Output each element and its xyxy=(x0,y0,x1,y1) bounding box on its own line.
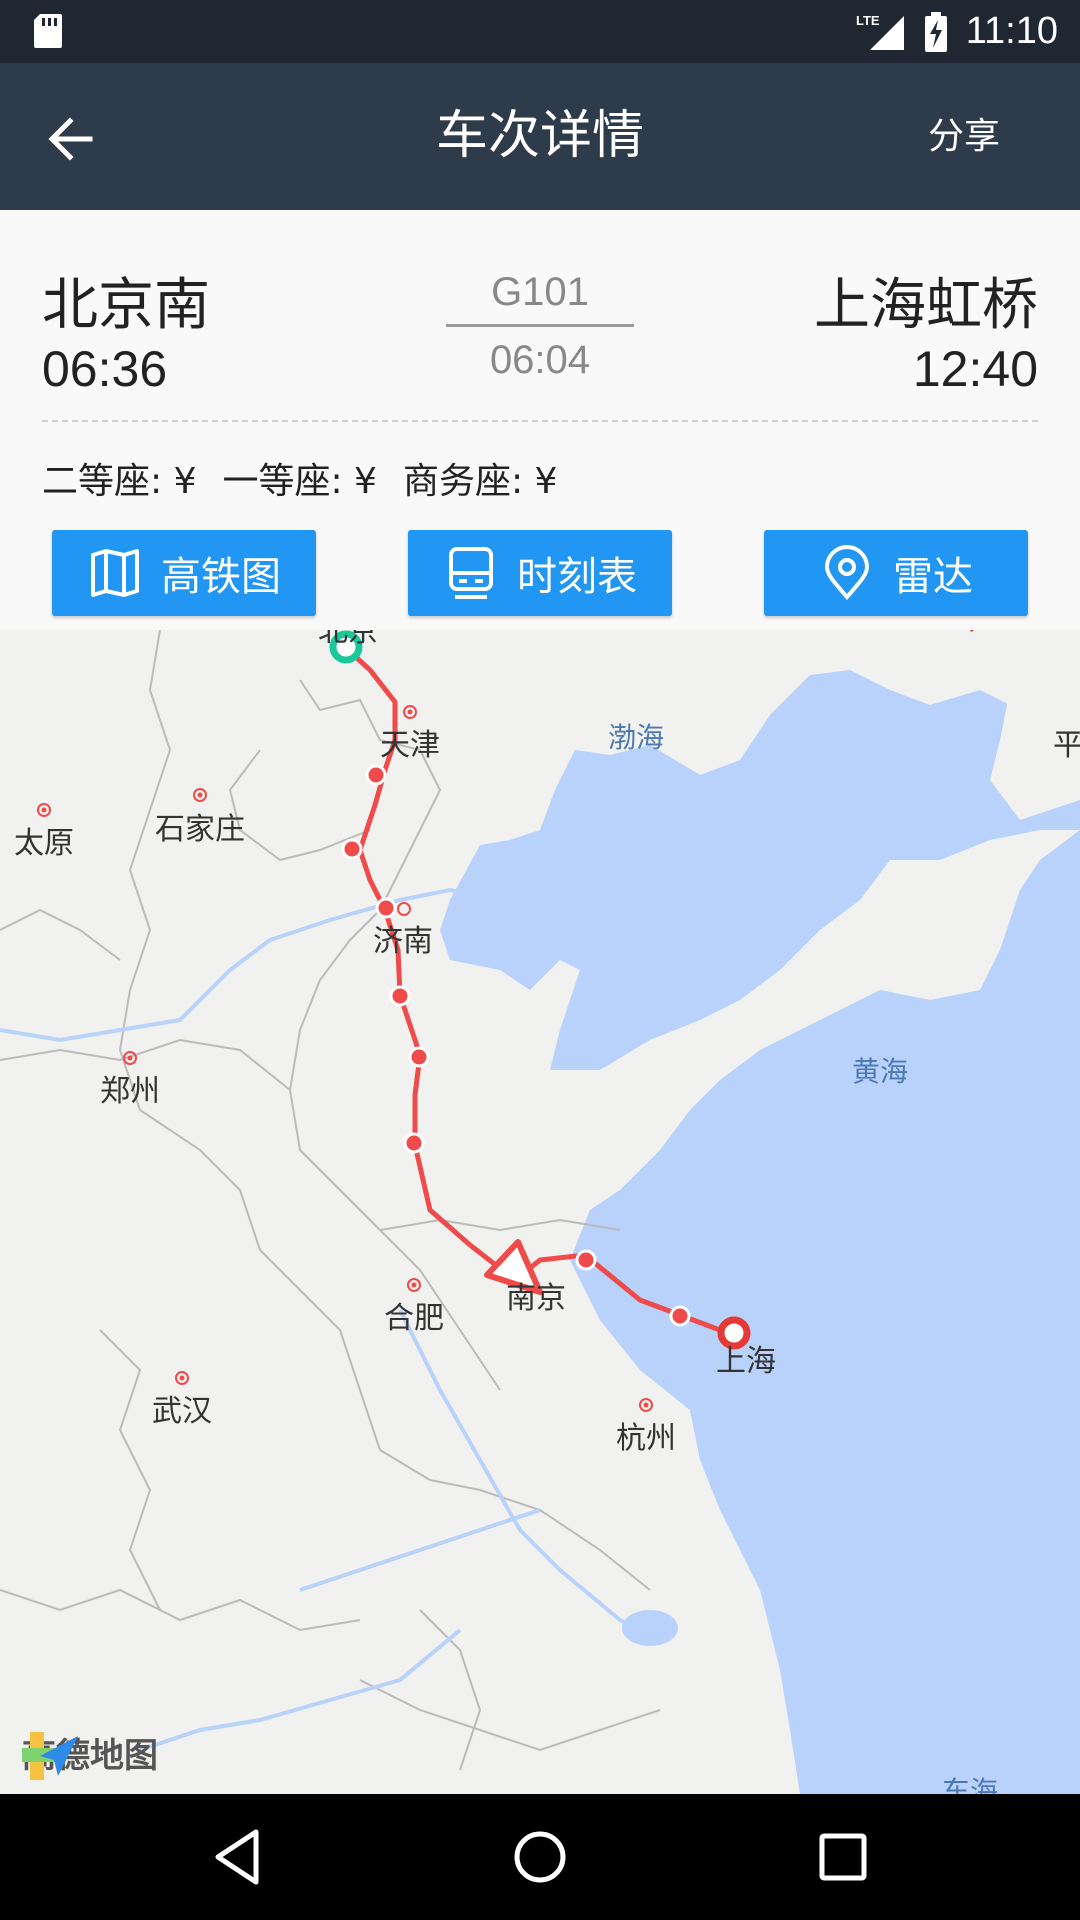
stop-dot xyxy=(389,985,411,1007)
svg-text:LTE: LTE xyxy=(856,13,880,28)
rail-map-button[interactable]: 高铁图 xyxy=(52,530,316,616)
sea-donghai: 东海 xyxy=(941,1775,999,1794)
stop-dot xyxy=(365,764,387,786)
train-icon xyxy=(449,547,493,599)
seat-prices: 二等座: ¥ 一等座: ¥ 商务座: ¥ xyxy=(42,452,557,504)
city-nanjing: 南京 xyxy=(506,1281,566,1316)
sea-bohai: 渤海 xyxy=(607,721,665,754)
route-map[interactable]: 北京 天津 石家庄 太原 济南 郑州 合肥 南京 上海 武汉 杭州 平 渤海 黄… xyxy=(0,630,1080,1794)
stop-dot xyxy=(669,1305,691,1327)
battery-charging-icon xyxy=(924,11,947,52)
city-partial: 平 xyxy=(1053,728,1080,763)
system-nav-bar xyxy=(0,1794,1080,1920)
city-jinan: 济南 xyxy=(373,924,433,959)
stop-dot xyxy=(408,1046,430,1068)
timetable-button[interactable]: 时刻表 xyxy=(408,530,672,616)
city-beijing: 北京 xyxy=(318,630,378,649)
stop-dot xyxy=(403,1132,425,1154)
sea-huanghai: 黄海 xyxy=(851,1055,909,1088)
nav-home-icon[interactable] xyxy=(503,1820,577,1894)
train-info-card: 北京南 06:36 G101 06:04 上海虹桥 12:40 二等座: ¥ 一… xyxy=(0,210,1080,630)
train-divider xyxy=(446,324,634,327)
sd-card-icon xyxy=(34,14,62,48)
share-button[interactable]: 分享 xyxy=(928,63,1000,210)
arrival-time: 12:40 xyxy=(912,341,1038,397)
city-hangzhou: 杭州 xyxy=(616,1421,676,1456)
arrival-station: 上海虹桥 xyxy=(814,273,1038,338)
status-time: 11:10 xyxy=(965,10,1058,52)
city-taiyuan: 太原 xyxy=(14,826,74,861)
lte-signal-icon: LTE xyxy=(856,13,904,50)
timetable-label: 时刻表 xyxy=(517,554,637,600)
stop-dot xyxy=(341,838,363,860)
page-title: 车次详情 xyxy=(435,106,644,166)
map-icon xyxy=(91,549,139,597)
city-shanghai: 上海 xyxy=(716,1344,776,1379)
price-second-class: 二等座: ¥ xyxy=(42,461,197,502)
trip-duration: 06:04 xyxy=(489,338,591,382)
rail-map-label: 高铁图 xyxy=(161,554,281,600)
departure-station: 北京南 xyxy=(42,273,210,338)
stop-dot xyxy=(375,897,397,919)
price-business-class: 商务座: ¥ xyxy=(402,461,558,502)
city-wuhan: 武汉 xyxy=(152,1394,212,1429)
city-hefei: 合肥 xyxy=(384,1301,444,1336)
departure-time: 06:36 xyxy=(42,341,168,397)
city-shijiazhuang: 石家庄 xyxy=(155,812,245,847)
city-tianjin: 天津 xyxy=(380,728,440,763)
stop-dot xyxy=(575,1249,597,1271)
app-bar: 车次详情 分享 xyxy=(0,63,1080,210)
city-zhengzhou: 郑州 xyxy=(100,1074,160,1109)
amap-logo-icon xyxy=(22,1732,78,1780)
lake-taihu xyxy=(622,1610,678,1646)
price-first-class: 一等座: ¥ xyxy=(222,461,377,502)
nav-recents-icon[interactable] xyxy=(806,1820,880,1894)
amap-logo: 高德地图 xyxy=(22,1728,158,1780)
train-number: G101 xyxy=(491,270,589,314)
dashed-divider xyxy=(42,420,1038,422)
nav-back-icon[interactable] xyxy=(200,1820,274,1894)
radar-label: 雷达 xyxy=(893,554,973,600)
radar-button[interactable]: 雷达 xyxy=(764,530,1028,616)
status-bar: LTE 11:10 xyxy=(0,0,1080,63)
location-pin-icon xyxy=(824,545,870,601)
